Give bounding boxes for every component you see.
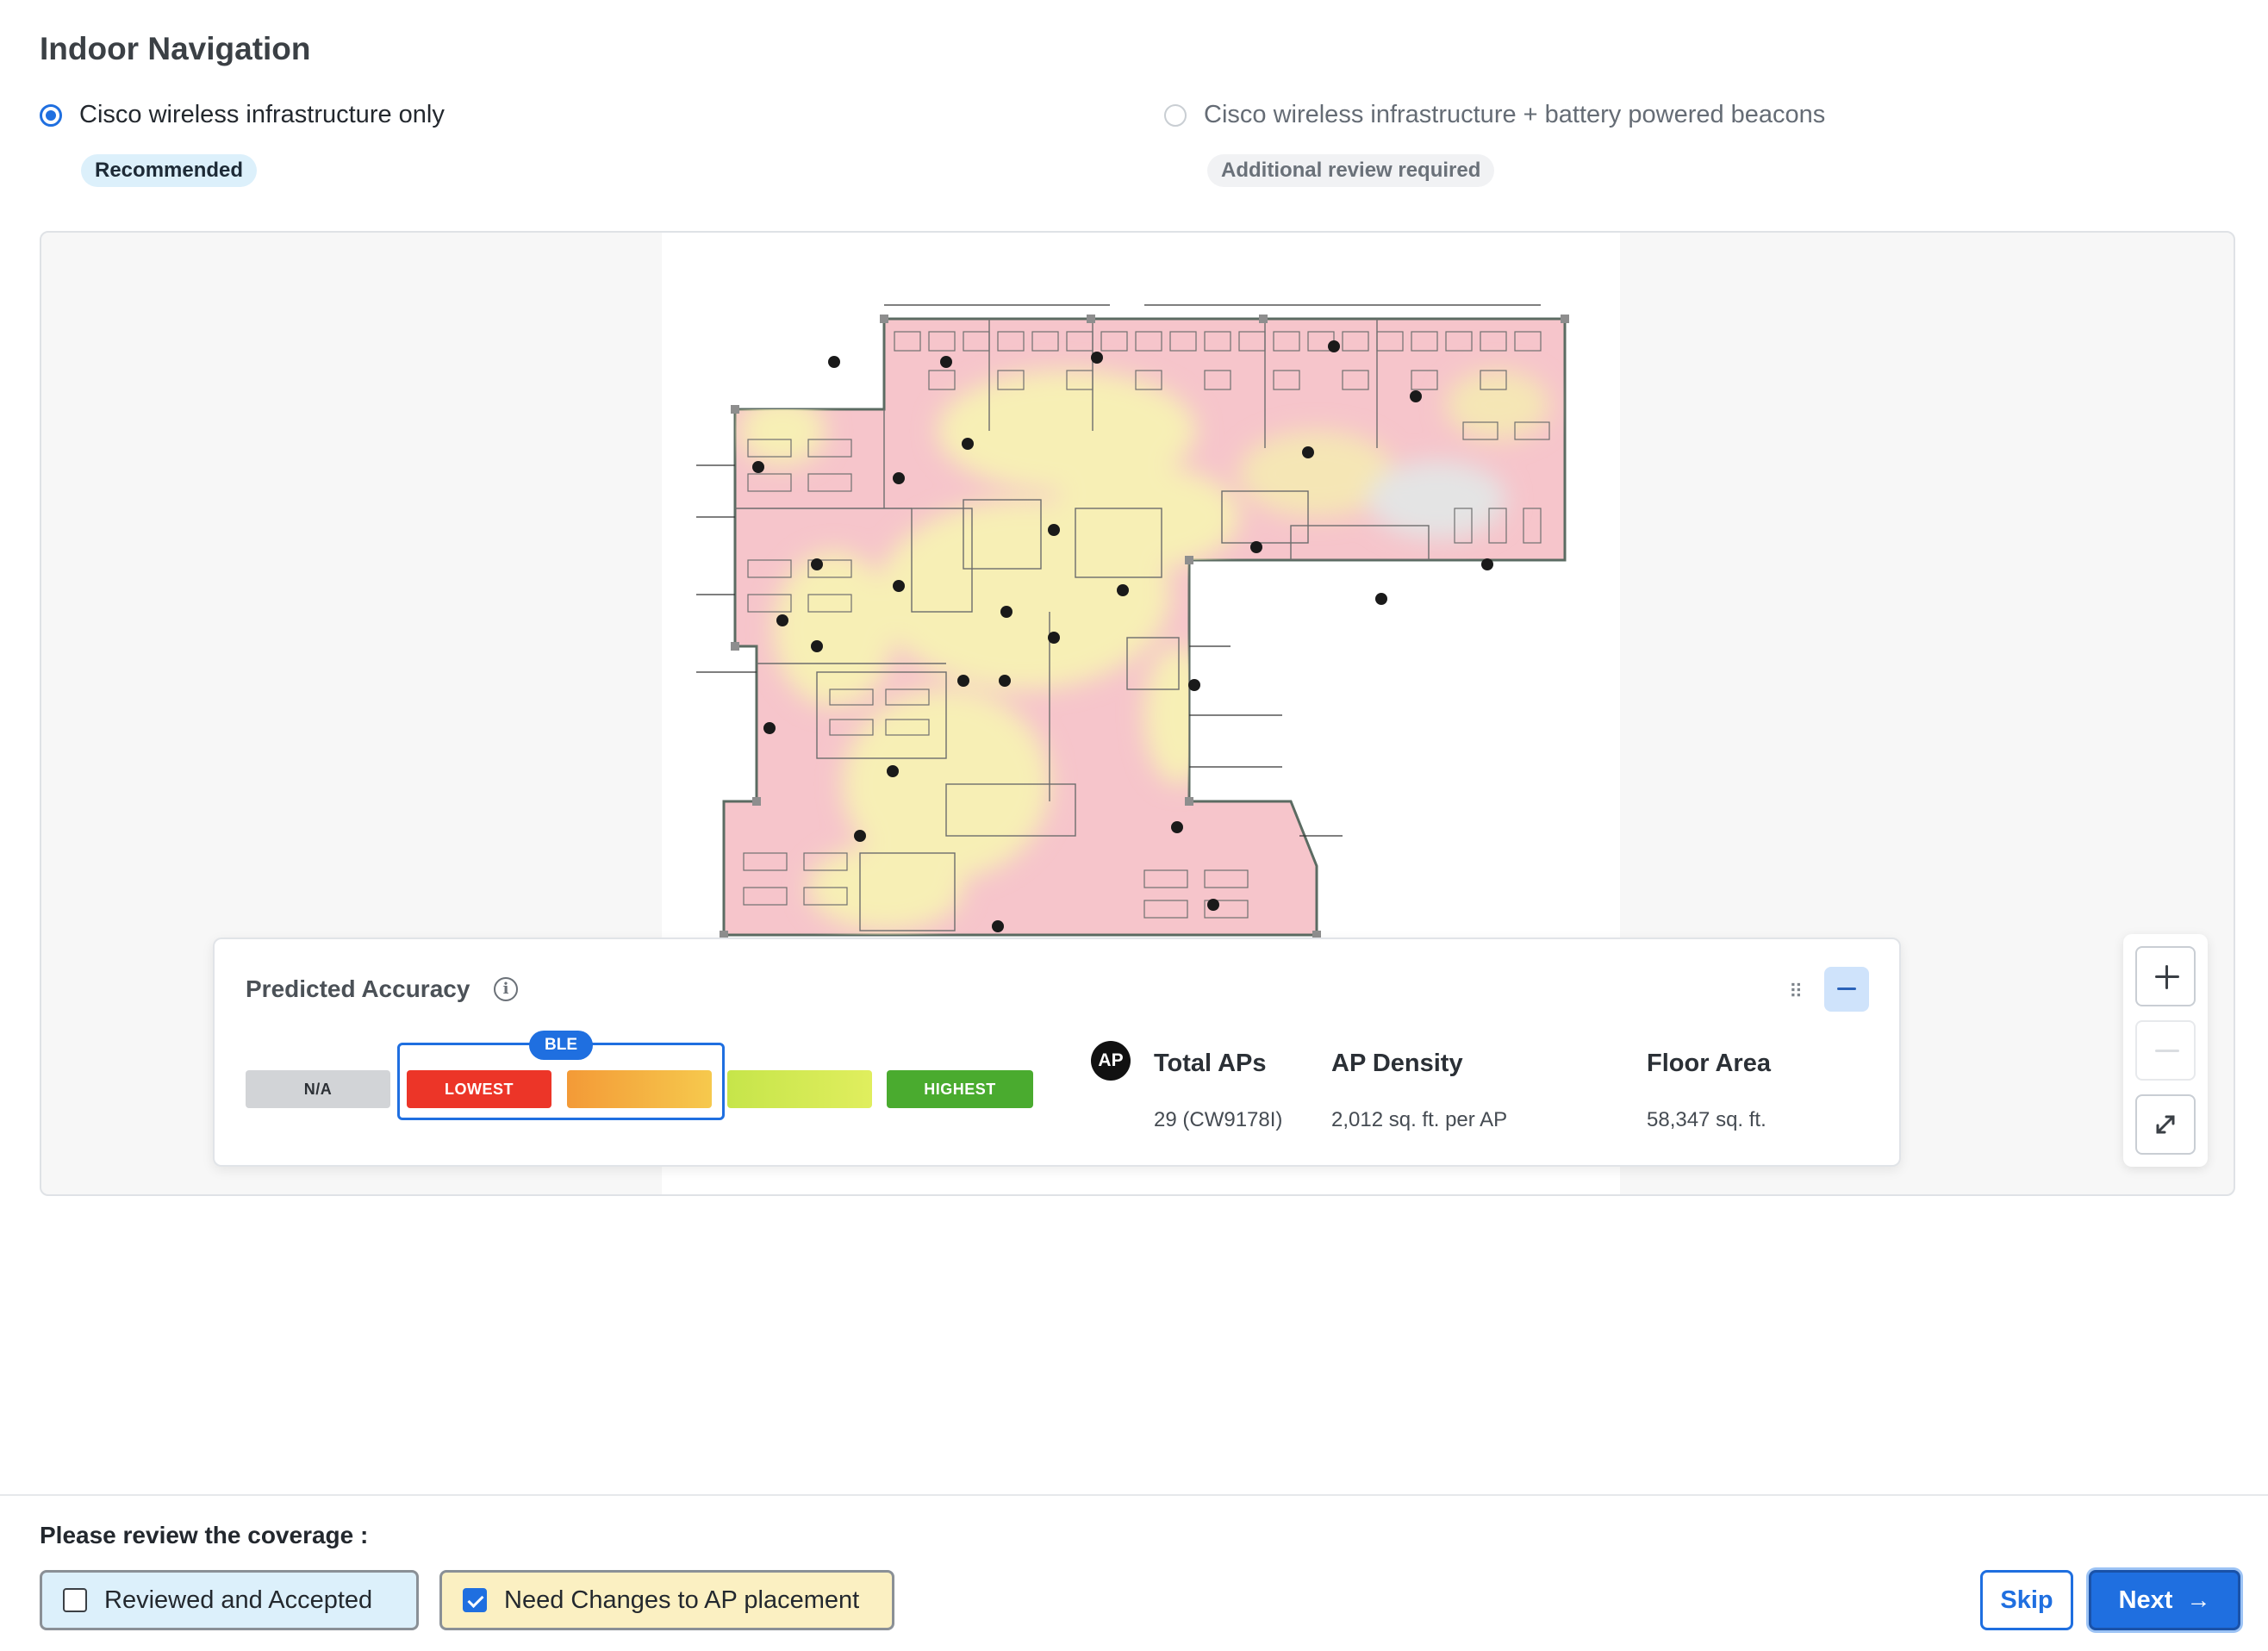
checkbox-label: Need Changes to AP placement (504, 1586, 860, 1614)
review-label: Please review the coverage : (40, 1522, 369, 1548)
info-icon[interactable]: i (494, 977, 518, 1001)
option-label: Cisco wireless infrastructure + battery … (1204, 101, 1826, 128)
option-wireless-plus-beacons[interactable]: Cisco wireless infrastructure + battery … (1164, 101, 1825, 129)
checkbox-unchecked[interactable] (63, 1588, 87, 1612)
total-aps-label: Total APs (1154, 1050, 1267, 1077)
panel-title: Predicted Accuracy (246, 975, 470, 1002)
ble-tag: BLE (529, 1031, 593, 1060)
drag-handle-icon[interactable]: ⠿ (1788, 981, 1804, 1003)
floor-area-value: 58,347 sq. ft. (1647, 1108, 1766, 1131)
recommended-badge: Recommended (81, 154, 258, 187)
legend-high (727, 1070, 872, 1108)
ap-density-value: 2,012 sq. ft. per AP (1331, 1108, 1508, 1131)
radio-selected[interactable] (40, 103, 62, 127)
radio-unselected[interactable] (1164, 103, 1187, 127)
skip-button[interactable]: Skip (1980, 1570, 2073, 1630)
checkbox-label: Reviewed and Accepted (104, 1586, 373, 1614)
floor-area-label: Floor Area (1647, 1050, 1771, 1077)
need-changes-checkbox[interactable]: Need Changes to AP placement (439, 1570, 894, 1630)
ap-density-label: AP Density (1331, 1050, 1463, 1077)
reviewed-accepted-checkbox[interactable]: Reviewed and Accepted (40, 1570, 419, 1630)
option-wireless-only[interactable]: Cisco wireless infrastructure only (40, 101, 445, 129)
zoom-in-button[interactable] (2135, 946, 2196, 1006)
ap-icon: AP (1091, 1041, 1131, 1081)
option-label: Cisco wireless infrastructure only (79, 101, 445, 128)
review-footer: Please review the coverage : Reviewed an… (0, 1494, 2268, 1651)
collapse-panel-button[interactable] (1824, 967, 1869, 1012)
next-label: Next (2118, 1586, 2173, 1614)
page-title: Indoor Navigation (40, 31, 311, 66)
arrow-right-icon: → (2186, 1586, 2211, 1613)
predicted-accuracy-panel: Predicted Accuracy i ⠿ N/A LOWEST HIGHES… (213, 938, 1901, 1167)
legend-na: N/A (246, 1070, 390, 1108)
total-aps-value: 29 (CW9178I) (1154, 1108, 1283, 1131)
next-button[interactable]: Next → (2089, 1570, 2240, 1630)
floor-map-viewer[interactable]: Predicted Accuracy i ⠿ N/A LOWEST HIGHES… (40, 231, 2235, 1196)
legend-highest: HIGHEST (887, 1070, 1033, 1108)
checkbox-checked[interactable] (463, 1588, 487, 1612)
zoom-controls (2123, 934, 2208, 1167)
review-required-badge: Additional review required (1207, 154, 1495, 187)
expand-icon (2156, 1115, 2175, 1134)
zoom-out-button[interactable] (2135, 1020, 2196, 1081)
fit-to-screen-button[interactable] (2135, 1094, 2196, 1155)
minus-icon (2155, 1050, 2179, 1052)
